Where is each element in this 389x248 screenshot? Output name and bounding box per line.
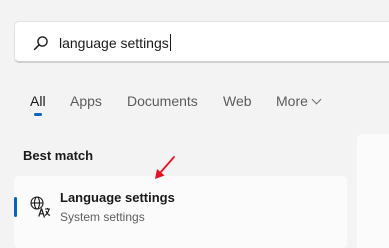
result-subtitle: System settings [60, 210, 145, 224]
language-settings-icon [30, 196, 51, 219]
tab-documents[interactable]: Documents [127, 92, 198, 110]
tab-more[interactable]: More [276, 92, 322, 110]
tab-more-label: More [276, 93, 308, 109]
tab-all[interactable]: All [30, 92, 46, 110]
best-match-heading: Best match [23, 148, 94, 163]
red-arrow-icon [155, 156, 175, 179]
search-input[interactable]: language settings [59, 34, 171, 52]
search-input-value: language settings [59, 35, 169, 51]
text-caret [169, 34, 171, 51]
tab-apps[interactable]: Apps [70, 92, 102, 110]
filter-tabs: All Apps Documents Web More [0, 88, 389, 118]
selection-indicator [14, 197, 17, 217]
search-box[interactable]: language settings [14, 21, 389, 63]
active-tab-indicator [34, 113, 42, 116]
chevron-down-icon [311, 94, 322, 105]
result-title: Language settings [60, 190, 175, 205]
tab-web[interactable]: Web [223, 92, 252, 110]
preview-panel [357, 134, 389, 248]
search-icon [33, 36, 48, 51]
best-match-result[interactable]: Language settings System settings [14, 176, 347, 248]
